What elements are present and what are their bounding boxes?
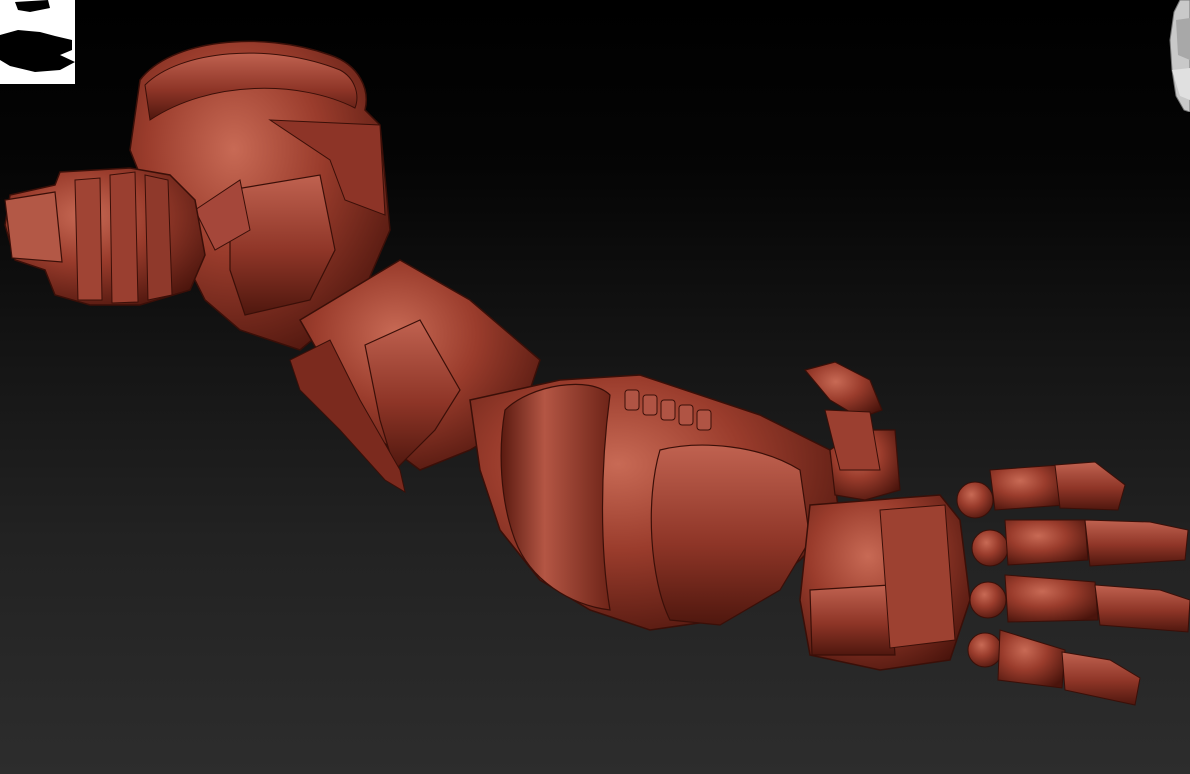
fingers xyxy=(956,461,1190,706)
finger-pinky xyxy=(967,629,1141,706)
hand-part xyxy=(799,361,971,671)
head-navigation-cube-icon[interactable] xyxy=(1166,0,1190,112)
finger-ring xyxy=(969,574,1190,633)
finger-index xyxy=(956,461,1126,519)
navigator-silhouette xyxy=(0,0,75,72)
fist-part xyxy=(4,167,206,306)
3d-viewport[interactable] xyxy=(0,0,1190,774)
robotic-arm-model[interactable] xyxy=(0,0,1190,774)
finger-middle xyxy=(971,519,1189,567)
navigator-thumbnail[interactable] xyxy=(0,0,75,84)
forearm-part xyxy=(469,374,841,631)
